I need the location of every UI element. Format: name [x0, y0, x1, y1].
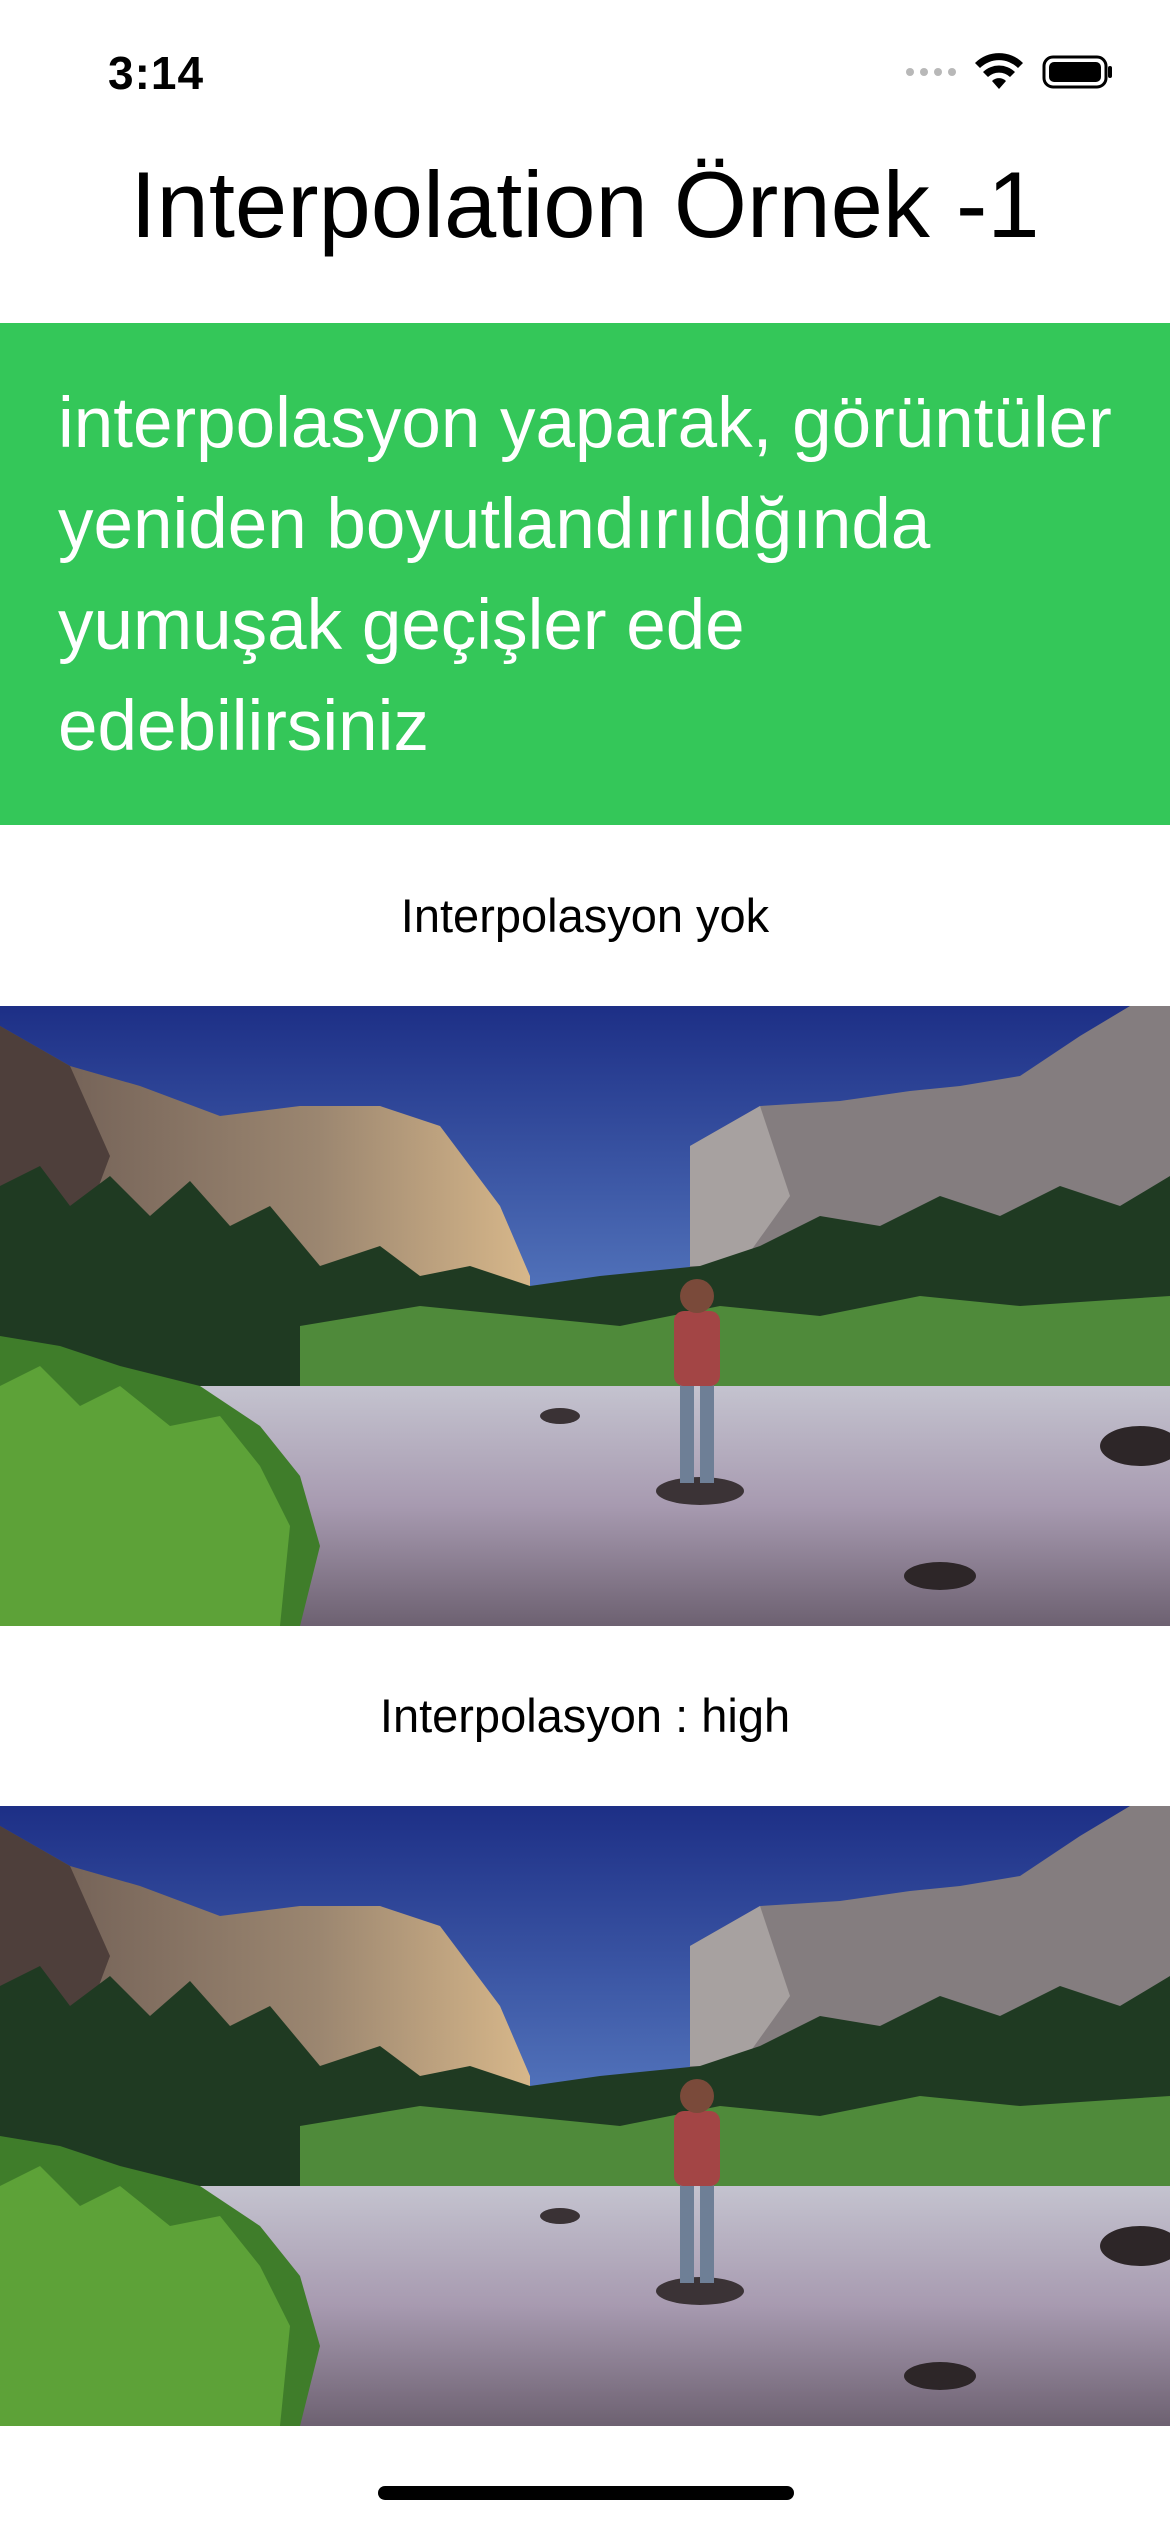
landscape-image-no-interpolation — [0, 1006, 1170, 1626]
wifi-icon — [975, 53, 1023, 89]
banner-text: interpolasyon yaparak, görüntüler yenide… — [58, 384, 1112, 766]
battery-icon — [1042, 55, 1112, 89]
page-title: Interpolation Örnek -1 — [130, 152, 1040, 257]
cellular-signal-icon — [906, 68, 956, 76]
home-indicator[interactable] — [378, 2486, 794, 2500]
status-bar: 3:14 — [0, 0, 1170, 140]
status-time: 3:14 — [108, 47, 205, 99]
section-label-no-interpolation: Interpolasyon yok — [400, 889, 770, 942]
section-label-high-interpolation: Interpolasyon : high — [379, 1689, 791, 1742]
status-icons — [906, 50, 1114, 94]
info-banner: interpolasyon yaparak, görüntüler yenide… — [0, 323, 1170, 825]
landscape-image-high-interpolation — [0, 1806, 1170, 2426]
